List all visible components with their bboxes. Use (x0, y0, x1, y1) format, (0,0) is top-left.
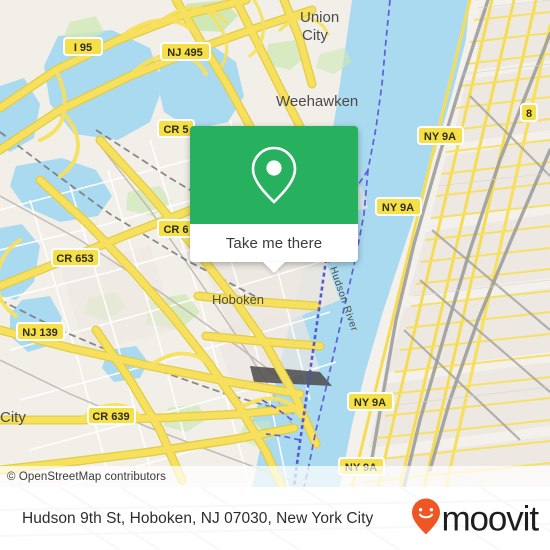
route-shield-ny-9a-lower: NY 9A (347, 392, 394, 411)
address-label: Hudson 9th St, Hoboken, NJ 07030, New Yo… (22, 509, 374, 527)
route-shield-8: 8 (520, 103, 538, 122)
location-pin-icon (248, 144, 300, 206)
moovit-wordmark: moovit (441, 499, 540, 538)
popup-cta[interactable]: Take me there (190, 224, 358, 273)
map-popup-card[interactable]: Take me there (190, 126, 358, 273)
map-screenshot-root: Hudson River Union City Weehawken Hoboke… (0, 0, 550, 550)
route-shield-cr-653: CR 653 (51, 248, 100, 267)
route-shield-label: CR 5 (163, 124, 188, 136)
popup-cta-label: Take me there (225, 234, 323, 252)
route-shield-label: 8 (526, 108, 532, 120)
route-shield-label: NY 9A (424, 131, 456, 143)
route-shield-cr-5: CR 5 (157, 119, 195, 138)
attribution-text: © OpenStreetMap contributors (7, 470, 166, 483)
route-shield-label: CR 6 (163, 224, 188, 236)
place-label-union-city-line1: Union (300, 9, 339, 26)
place-label-weehawken: Weehawken (276, 93, 358, 110)
place-label-union-city-line2: City (302, 27, 328, 44)
place-label-jersey-city: City (0, 409, 26, 426)
popup-tail (263, 262, 285, 273)
route-shield-cr-639: CR 639 (87, 406, 136, 425)
route-shield-label: CR 639 (92, 411, 129, 423)
route-shield-label: I 95 (74, 42, 92, 54)
route-shield-label: NY 9A (382, 202, 414, 214)
route-shield-label: NY 9A (354, 397, 386, 409)
route-shield-label: NJ 495 (167, 47, 202, 59)
map-attribution[interactable]: © OpenStreetMap contributors (0, 466, 550, 487)
route-shield-ny-9a-top: NY 9A (417, 126, 464, 145)
moovit-smile-pin-icon (411, 497, 441, 540)
route-shield-cr-6: CR 6 (157, 219, 195, 238)
route-shield-ny-9a-mid: NY 9A (375, 197, 422, 216)
moovit-brand: moovit (411, 497, 539, 540)
popup-body (190, 126, 358, 224)
bottom-bar: Hudson 9th St, Hoboken, NJ 07030, New Yo… (0, 487, 550, 550)
place-label-hoboken: Hoboken (212, 292, 264, 307)
route-shield-i-95: I 95 (63, 37, 103, 56)
route-shield-nj-495: NJ 495 (160, 42, 211, 61)
route-shield-nj-139: NJ 139 (16, 322, 65, 341)
route-shield-label: NJ 139 (22, 327, 57, 339)
route-shield-label: CR 653 (56, 253, 93, 265)
